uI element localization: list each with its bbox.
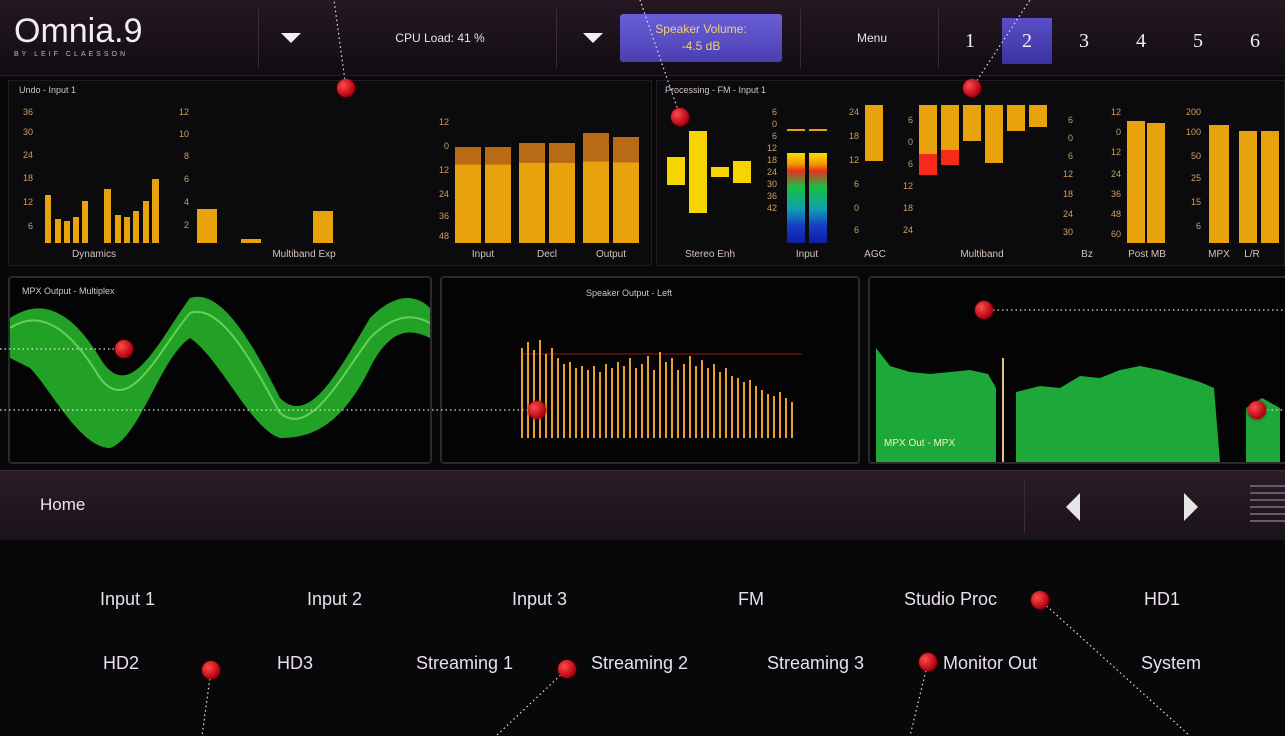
callout-dot: [558, 660, 576, 678]
callout-dot: [919, 653, 937, 671]
callout-lines: [0, 0, 1285, 736]
callout-dot: [337, 79, 355, 97]
scope-title: MPX Output - Multiplex: [22, 286, 115, 296]
callout-dot: [115, 340, 133, 358]
callout-dot: [202, 661, 220, 679]
callout-dot: [528, 401, 546, 419]
callout-dot: [1031, 591, 1049, 609]
callout-dot: [1248, 401, 1266, 419]
callout-dot: [963, 79, 981, 97]
callout-dot: [975, 301, 993, 319]
callout-dot: [671, 108, 689, 126]
